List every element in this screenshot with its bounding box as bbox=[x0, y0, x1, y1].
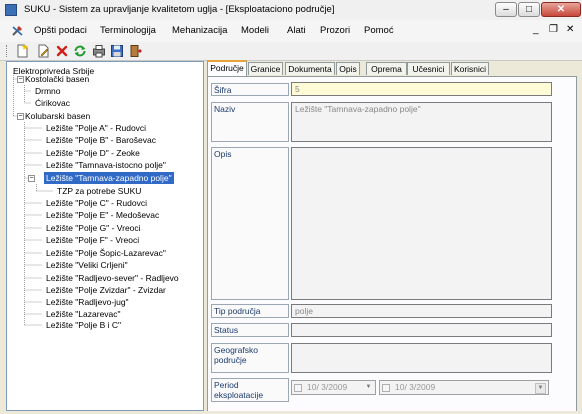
tab-ucesnici[interactable]: Učesnici bbox=[407, 62, 450, 75]
status-label: Status bbox=[211, 323, 289, 337]
date-from-dropdown-icon[interactable]: ▼ bbox=[364, 383, 373, 392]
tab-oprema[interactable]: Oprema bbox=[366, 62, 407, 75]
geografsko-podrucje-label: Geografsko područje bbox=[211, 343, 289, 373]
hierarchy-tree[interactable]: − − − Elektroprivreda Srbije Kostolački … bbox=[6, 61, 204, 411]
minimize-button[interactable]: – bbox=[495, 2, 517, 17]
new-icon[interactable] bbox=[15, 44, 29, 58]
date-to-picker[interactable]: 10/ 3/2009 ▼ bbox=[379, 380, 549, 395]
tree-node-veliki-crljeni[interactable]: Ležište "Veliki Crljeni" bbox=[44, 259, 130, 271]
tree-node-polje-a[interactable]: Ležište "Polje A" - Rudovci bbox=[44, 122, 148, 134]
tree-node-tzp-suku[interactable]: TZP za potrebe SUKU bbox=[55, 185, 143, 197]
tab-dokumenta[interactable]: Dokumenta bbox=[285, 62, 335, 75]
menu-bar: Opšti podaci Terminologija Mehanizacija … bbox=[0, 20, 582, 43]
tree-toggle-tamnava-zapadno[interactable]: − bbox=[28, 175, 35, 182]
tree-node-polje-d[interactable]: Ležište "Polje D" - Zeoke bbox=[44, 147, 142, 159]
date-to-checkbox[interactable] bbox=[382, 384, 390, 392]
mdi-restore-button[interactable]: ❐ bbox=[549, 24, 558, 35]
date-from-checkbox[interactable] bbox=[294, 384, 302, 392]
toolbar-grip bbox=[6, 45, 9, 57]
tab-korisnici[interactable]: Korisnici bbox=[451, 62, 489, 75]
tree-node-polje-g[interactable]: Ležište "Polje G" - Vreoci bbox=[44, 222, 143, 234]
date-to-dropdown-icon[interactable]: ▼ bbox=[535, 383, 546, 394]
menu-alati[interactable]: Alati bbox=[287, 25, 305, 36]
period-eksploatacije-label: Period eksploatacije bbox=[211, 378, 289, 402]
menu-modeli[interactable]: Modeli bbox=[241, 25, 269, 36]
tree-node-tamnava-istocno[interactable]: Ležište "Tamnava-istocno polje" bbox=[44, 159, 168, 171]
tree-node-radljevo-jug[interactable]: Ležište "Radljevo-jug" bbox=[44, 296, 131, 308]
tree-node-polje-f[interactable]: Ležište "Polje F" - Vreoci bbox=[44, 234, 141, 246]
edit-icon[interactable] bbox=[36, 44, 50, 58]
menu-prozori[interactable]: Prozori bbox=[320, 25, 350, 36]
exit-icon[interactable] bbox=[128, 44, 142, 58]
toolbar bbox=[0, 42, 582, 61]
maximize-button[interactable]: □ bbox=[518, 2, 540, 17]
tree-node-polje-e[interactable]: Ležište "Polje E" - Medoševac bbox=[44, 209, 161, 221]
tree-node-kostolacki[interactable]: Kostolački basen bbox=[23, 73, 91, 85]
date-from-value: 10/ 3/2009 bbox=[307, 382, 348, 392]
tree-node-kolubarski[interactable]: Kolubarski basen bbox=[23, 110, 92, 122]
tree-node-polje-zvizdar[interactable]: Ležište "Polje Zvizdar" - Zvizdar bbox=[44, 284, 168, 296]
date-from-picker[interactable]: 10/ 3/2009 ▼ bbox=[291, 380, 376, 395]
date-to-value: 10/ 3/2009 bbox=[395, 382, 436, 392]
tree-node-polje-b-i-c[interactable]: Ležište "Polje B i C" bbox=[44, 319, 123, 331]
mdi-minimize-button[interactable]: _ bbox=[533, 24, 539, 35]
tree-node-sopic-lazarevac[interactable]: Ležište "Polje Šopic-Lazarevac" bbox=[44, 247, 168, 259]
tree-node-radljevo-sever[interactable]: Ležište "Radljevo-sever" - Radljevo bbox=[44, 272, 181, 284]
tip-podrucja-field[interactable]: polje bbox=[291, 304, 552, 318]
menu-mehanizacija[interactable]: Mehanizacija bbox=[172, 25, 227, 36]
podrucje-panel: Šifra 5 Naziv Ležište "Tamnava-zapadno p… bbox=[207, 76, 577, 412]
tools-icon[interactable] bbox=[11, 24, 24, 37]
tree-node-tamnava-zapadno[interactable]: Ležište "Tamnava-zapadno polje" bbox=[44, 172, 174, 184]
naziv-label: Naziv bbox=[211, 102, 289, 142]
tab-opis[interactable]: Opis bbox=[336, 62, 360, 75]
naziv-field[interactable]: Ležište "Tamnava-zapadno polje" bbox=[291, 102, 552, 142]
geografsko-podrucje-field[interactable] bbox=[291, 343, 552, 373]
tab-podrucje[interactable]: Područje bbox=[207, 60, 247, 76]
menu-opsti-podaci[interactable]: Opšti podaci bbox=[34, 25, 87, 36]
tip-podrucja-label: Tip područja bbox=[211, 304, 289, 318]
close-button[interactable]: ✕ bbox=[541, 2, 581, 17]
opis-label: Opis bbox=[211, 147, 289, 300]
sifra-field[interactable]: 5 bbox=[291, 82, 552, 96]
app-icon bbox=[5, 4, 17, 16]
window-title: SUKU - Sistem za upravljanje kvalitetom … bbox=[24, 4, 335, 15]
opis-field[interactable] bbox=[291, 147, 552, 300]
menu-terminologija[interactable]: Terminologija bbox=[100, 25, 156, 36]
tab-granice[interactable]: Granice bbox=[248, 62, 283, 75]
title-bar: SUKU - Sistem za upravljanje kvalitetom … bbox=[0, 0, 582, 21]
refresh-icon[interactable] bbox=[73, 44, 87, 58]
sifra-label: Šifra bbox=[211, 83, 289, 96]
tree-node-polje-b[interactable]: Ležište "Polje B" - Baroševac bbox=[44, 134, 158, 146]
save-icon[interactable] bbox=[110, 44, 124, 58]
tree-node-polje-c[interactable]: Ležište "Polje C" - Rudovci bbox=[44, 197, 149, 209]
delete-icon[interactable] bbox=[55, 44, 69, 58]
print-icon[interactable] bbox=[92, 44, 106, 58]
menu-pomoc[interactable]: Pomoć bbox=[364, 25, 394, 36]
tree-node-cirikovac[interactable]: Ćirikovac bbox=[33, 97, 72, 109]
mdi-close-button[interactable]: ✕ bbox=[566, 24, 574, 35]
tree-node-drmno[interactable]: Drmno bbox=[33, 85, 63, 97]
status-field[interactable] bbox=[291, 323, 552, 337]
